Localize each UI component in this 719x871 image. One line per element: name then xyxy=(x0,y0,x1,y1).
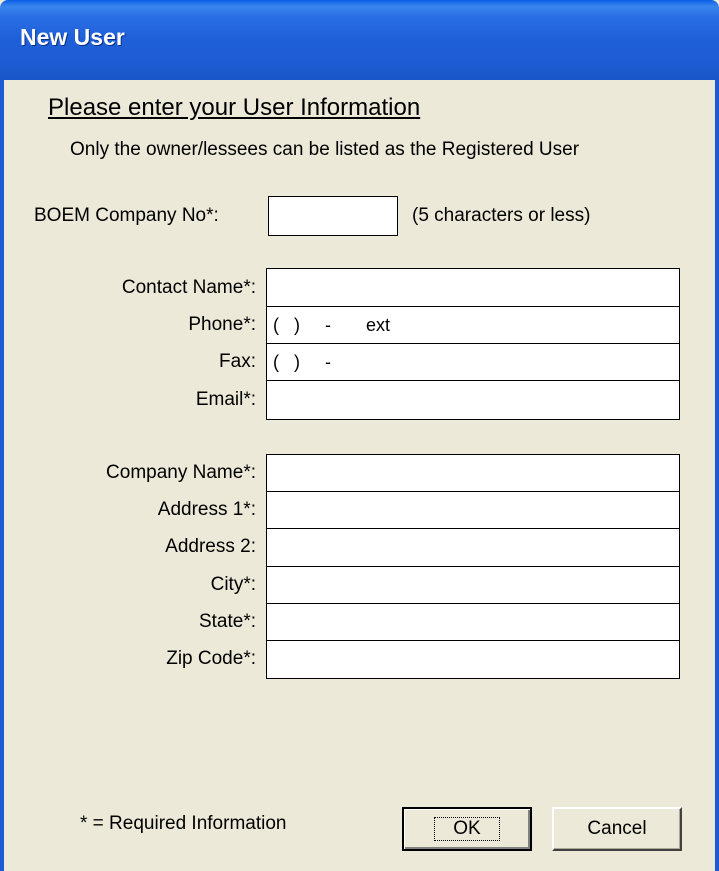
city-input[interactable] xyxy=(266,566,680,605)
fax-input[interactable]: ( ) - xyxy=(266,343,680,382)
phone-label: Phone*: xyxy=(188,314,256,335)
state-label: State*: xyxy=(198,611,256,632)
ok-button[interactable]: OK xyxy=(402,807,532,851)
address1-input[interactable] xyxy=(266,491,680,530)
fax-label: Fax: xyxy=(219,351,256,372)
state-input[interactable] xyxy=(266,603,680,642)
form-subheading: Only the owner/lessees can be listed as … xyxy=(70,139,580,160)
window-frame-right xyxy=(715,80,719,871)
company-no-label: BOEM Company No*: xyxy=(34,205,219,226)
zip-code-input[interactable] xyxy=(266,640,680,679)
window-title: New User xyxy=(20,24,125,50)
zip-code-label: Zip Code*: xyxy=(166,648,256,669)
city-label: City*: xyxy=(210,574,256,595)
company-no-hint: (5 characters or less) xyxy=(412,205,591,226)
ok-button-label: OK xyxy=(434,817,500,841)
title-bar[interactable]: New User xyxy=(0,0,719,80)
required-note: * = Required Information xyxy=(80,813,287,834)
email-input[interactable] xyxy=(266,380,680,420)
company-name-input[interactable] xyxy=(266,454,680,493)
address2-input[interactable] xyxy=(266,528,680,568)
company-name-label: Company Name*: xyxy=(106,462,256,483)
cancel-button-label: Cancel xyxy=(587,818,647,839)
form-heading: Please enter your User Information xyxy=(48,94,421,121)
contact-name-label: Contact Name*: xyxy=(121,277,256,298)
address2-label: Address 2: xyxy=(165,536,256,557)
window-frame-left xyxy=(0,80,4,871)
company-no-input[interactable] xyxy=(268,196,398,236)
address1-label: Address 1*: xyxy=(157,499,256,520)
new-user-dialog: New User Please enter your User Informat… xyxy=(0,0,719,871)
contact-name-input[interactable] xyxy=(266,268,680,308)
email-label: Email*: xyxy=(195,389,256,410)
cancel-button[interactable]: Cancel xyxy=(552,807,682,851)
phone-input[interactable]: ( ) - ext xyxy=(266,306,680,345)
